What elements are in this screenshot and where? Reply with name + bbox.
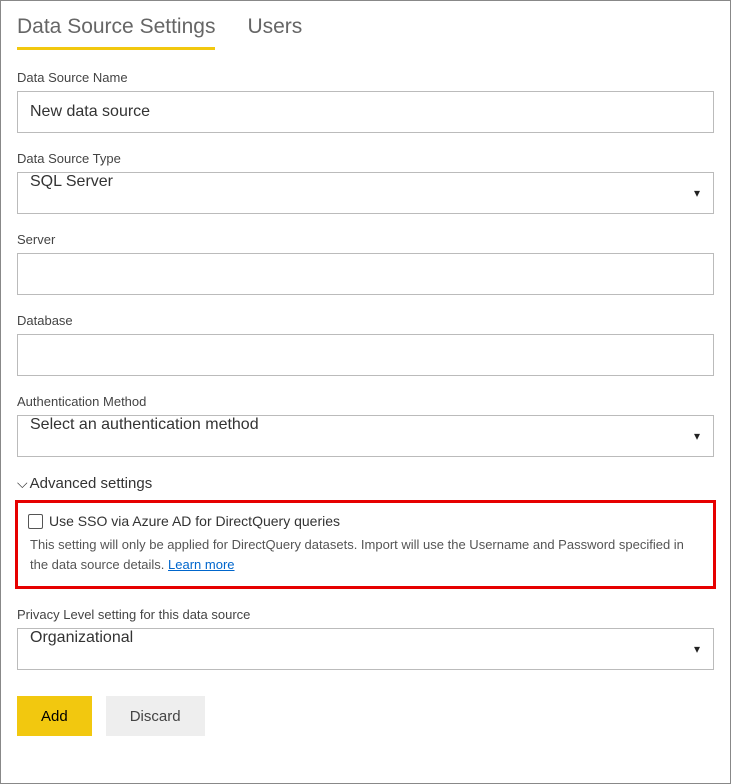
tab-users[interactable]: Users	[247, 15, 302, 50]
sso-description: This setting will only be applied for Di…	[28, 535, 703, 574]
auth-method-select[interactable]: Select an authentication method	[17, 415, 714, 457]
privacy-level-label: Privacy Level setting for this data sour…	[17, 607, 714, 622]
server-input[interactable]	[17, 253, 714, 295]
data-source-name-input[interactable]	[17, 91, 714, 133]
advanced-settings-toggle[interactable]: ⌵ Advanced settings	[17, 475, 714, 492]
data-source-type-select[interactable]: SQL Server	[17, 172, 714, 214]
data-source-name-label: Data Source Name	[17, 70, 714, 85]
database-input[interactable]	[17, 334, 714, 376]
learn-more-link[interactable]: Learn more	[168, 557, 234, 572]
database-label: Database	[17, 313, 714, 328]
privacy-level-select[interactable]: Organizational	[17, 628, 714, 670]
button-row: Add Discard	[17, 696, 714, 736]
sso-checkbox[interactable]	[28, 514, 43, 529]
server-label: Server	[17, 232, 714, 247]
tabs: Data Source Settings Users	[17, 15, 714, 50]
discard-button[interactable]: Discard	[106, 696, 205, 736]
sso-checkbox-label: Use SSO via Azure AD for DirectQuery que…	[49, 513, 340, 529]
tab-data-source-settings[interactable]: Data Source Settings	[17, 15, 215, 50]
auth-method-label: Authentication Method	[17, 394, 714, 409]
chevron-down-icon: ⌵	[17, 475, 28, 492]
add-button[interactable]: Add	[17, 696, 92, 736]
sso-highlighted-section: Use SSO via Azure AD for DirectQuery que…	[15, 500, 716, 589]
data-source-type-label: Data Source Type	[17, 151, 714, 166]
advanced-settings-label: Advanced settings	[30, 475, 153, 492]
